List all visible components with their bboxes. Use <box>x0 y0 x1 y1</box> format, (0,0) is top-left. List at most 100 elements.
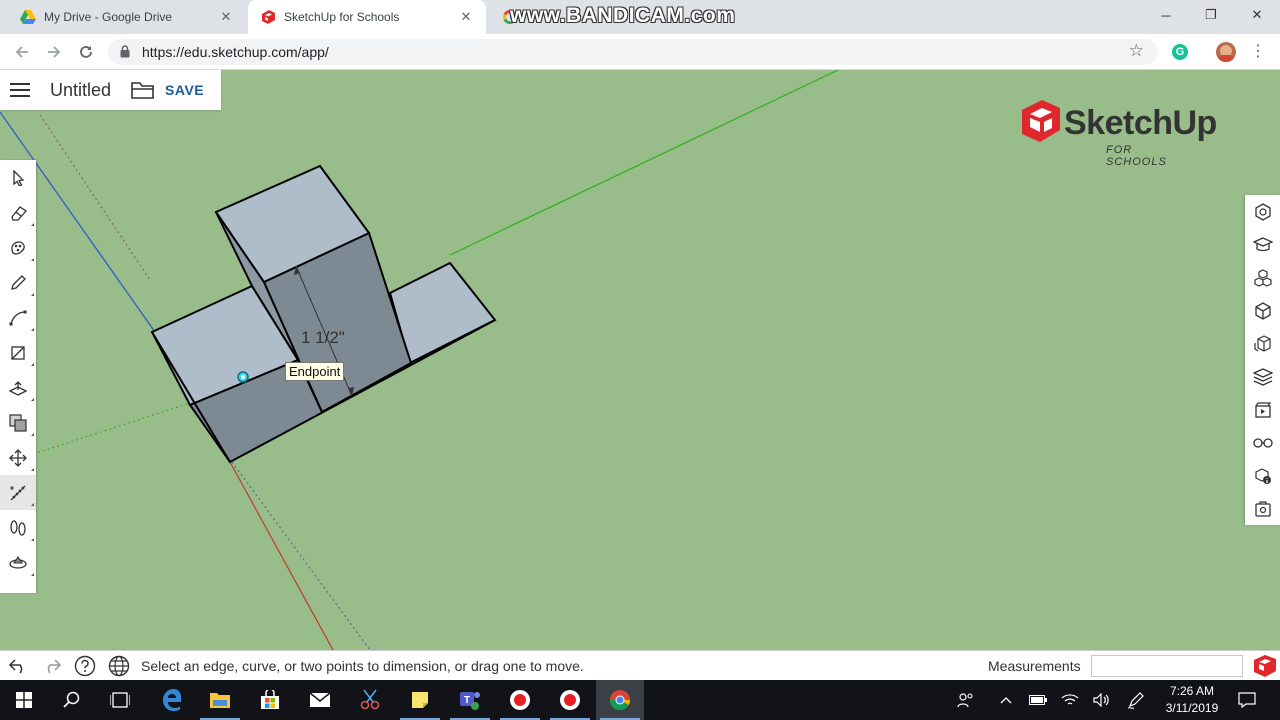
profile-avatar[interactable] <box>1216 42 1236 62</box>
paint-bucket-tool[interactable] <box>0 230 36 265</box>
materials-button[interactable] <box>1245 294 1280 327</box>
arc-icon <box>9 310 27 325</box>
select-tool[interactable] <box>0 160 36 195</box>
reload-button[interactable] <box>74 40 98 64</box>
hamburger-menu-button[interactable] <box>0 82 40 98</box>
address-bar[interactable]: https://edu.sketchup.com/app/ ☆ <box>108 39 1158 65</box>
store-icon <box>261 690 279 709</box>
wifi-icon[interactable] <box>1060 680 1080 720</box>
orbit-tool[interactable] <box>0 545 36 580</box>
move-tool[interactable] <box>0 440 36 475</box>
model-viewport[interactable] <box>0 70 1280 650</box>
google-drive-icon <box>20 10 36 24</box>
action-center-icon[interactable] <box>1236 680 1258 720</box>
eraser-icon <box>11 205 27 221</box>
file-title[interactable]: Untitled <box>50 80 111 101</box>
right-panel-toolbar <box>1245 195 1280 525</box>
layers-icon <box>1252 367 1273 386</box>
file-bar: Untitled SAVE <box>0 70 221 110</box>
pencil-tool[interactable] <box>0 265 36 300</box>
close-tab-icon[interactable]: ✕ <box>218 9 234 25</box>
bookmark-star-icon[interactable]: ☆ <box>1129 41 1144 61</box>
chrome-app[interactable] <box>596 680 644 720</box>
close-tab-icon[interactable]: ✕ <box>458 9 474 25</box>
move-icon <box>9 448 27 467</box>
rectangle-icon <box>11 345 25 360</box>
instructor-icon <box>1252 236 1273 251</box>
instructor-button[interactable] <box>1245 228 1280 261</box>
arc-tool[interactable] <box>0 300 36 335</box>
undo-button[interactable] <box>7 655 29 677</box>
volume-icon[interactable] <box>1092 680 1112 720</box>
export-icon <box>1254 500 1271 517</box>
sketchup-canvas[interactable]: 1 1/2" Endpoint Untitled SAVE SketchUp F… <box>0 70 1280 650</box>
edge-app[interactable] <box>148 680 196 720</box>
chrome-menu-icon[interactable]: ⋮ <box>1248 42 1268 62</box>
system-clock[interactable]: 7:26 AM 3/11/2019 <box>1152 683 1232 717</box>
pen-ink-icon[interactable] <box>1126 680 1146 720</box>
people-icon[interactable] <box>956 680 976 720</box>
offset-icon <box>9 413 27 432</box>
scenes-button[interactable] <box>1245 393 1280 426</box>
start-button[interactable] <box>0 680 48 720</box>
components-button[interactable] <box>1245 261 1280 294</box>
search-icon <box>63 691 80 708</box>
materials-icon <box>1254 301 1271 320</box>
close-window-button[interactable]: ✕ <box>1234 0 1280 30</box>
sticky-notes-app[interactable] <box>396 680 444 720</box>
globe-icon <box>108 655 130 677</box>
push-pull-tool[interactable] <box>0 370 36 405</box>
grammarly-extension-icon[interactable]: G <box>1172 44 1188 60</box>
tape-measure-tool[interactable] <box>0 475 36 510</box>
offset-tool[interactable] <box>0 405 36 440</box>
bandicam-watermark: www.BANDICAM.com <box>510 4 736 27</box>
teams-app[interactable]: T <box>446 680 494 720</box>
walk-icon <box>10 519 26 536</box>
layers-button[interactable] <box>1245 360 1280 393</box>
minimize-button[interactable]: ─ <box>1143 0 1189 30</box>
forward-arrow-icon <box>48 46 61 58</box>
dimension-label: 1 1/2" <box>301 328 345 347</box>
microsoft-store-app[interactable] <box>246 680 294 720</box>
clock-time: 7:26 AM <box>1169 684 1215 698</box>
styles-button[interactable] <box>1245 327 1280 360</box>
tab-google-drive[interactable]: My Drive - Google Drive ✕ <box>8 0 246 34</box>
sketchup-status-logo-icon[interactable] <box>1253 654 1277 678</box>
entity-info-button[interactable] <box>1245 195 1280 228</box>
open-folder-icon[interactable] <box>131 80 155 100</box>
restore-button[interactable]: ❐ <box>1188 0 1234 30</box>
back-button[interactable] <box>10 40 34 64</box>
export-button[interactable] <box>1245 492 1280 525</box>
pencil-icon <box>11 274 26 290</box>
file-explorer-app[interactable] <box>196 680 244 720</box>
hamburger-menu-icon <box>10 83 30 97</box>
redo-button[interactable] <box>41 655 63 677</box>
display-glasses-icon <box>1252 437 1273 448</box>
bandicam-record-app-2[interactable] <box>546 680 594 720</box>
outliner-icon <box>1254 467 1271 484</box>
snipping-tool-app[interactable] <box>346 680 394 720</box>
tab-sketchup[interactable]: SketchUp for Schools ✕ <box>248 0 486 34</box>
display-button[interactable] <box>1245 426 1280 459</box>
help-button[interactable] <box>74 655 96 677</box>
edge-icon <box>163 689 182 711</box>
red-axis-dotted <box>39 114 151 281</box>
language-button[interactable] <box>108 655 130 677</box>
walk-tool[interactable] <box>0 510 36 545</box>
svg-text:T: T <box>464 695 470 706</box>
save-button[interactable]: SAVE <box>165 82 204 98</box>
eraser-tool[interactable] <box>0 195 36 230</box>
outliner-button[interactable] <box>1245 459 1280 492</box>
mail-app[interactable] <box>296 680 344 720</box>
task-view-button[interactable] <box>96 680 144 720</box>
rectangle-tool[interactable] <box>0 335 36 370</box>
measurements-input[interactable] <box>1091 655 1243 677</box>
mail-icon <box>309 692 331 707</box>
forward-button[interactable] <box>42 40 66 64</box>
battery-icon[interactable] <box>1028 680 1048 720</box>
search-button[interactable] <box>48 680 96 720</box>
file-explorer-icon <box>210 693 230 708</box>
tray-expand-chevron-icon[interactable] <box>996 680 1016 720</box>
tab-title: My Drive - Google Drive <box>44 10 173 24</box>
bandicam-record-app[interactable] <box>496 680 544 720</box>
